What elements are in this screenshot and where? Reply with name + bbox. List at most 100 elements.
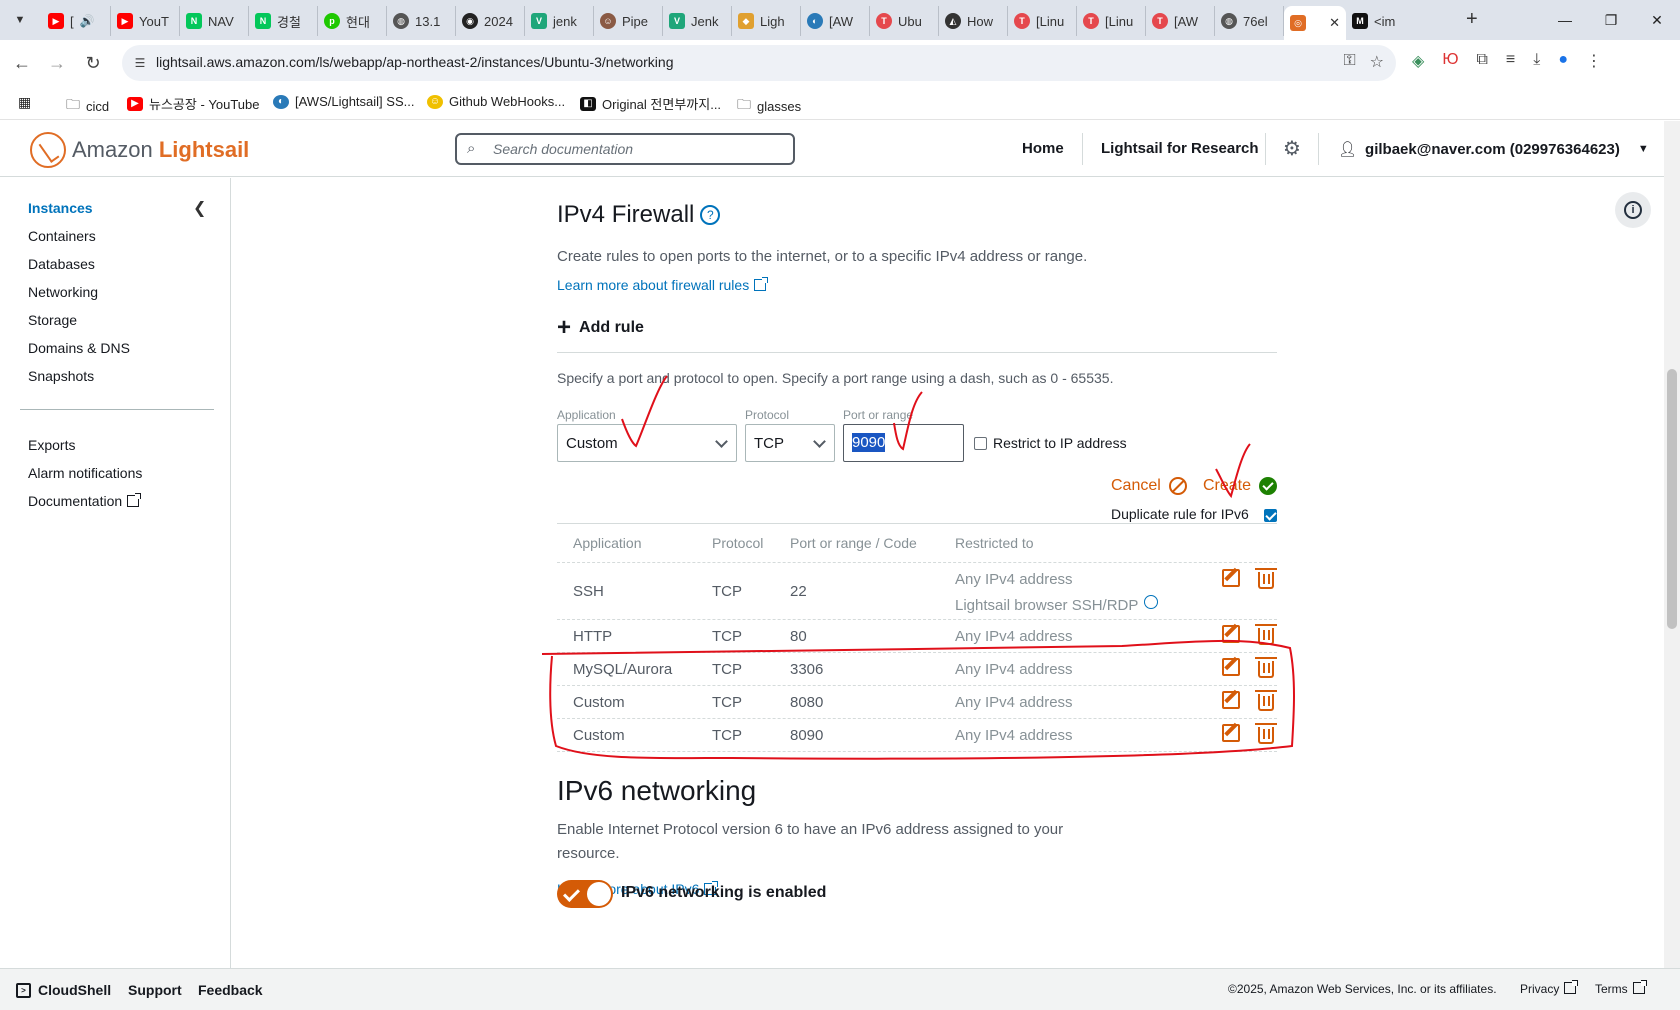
lightsail-header: Amazon Lightsail ⌕ Search documentation … bbox=[0, 121, 1664, 177]
delete-rule-icon[interactable] bbox=[1255, 657, 1277, 678]
sidebar-item-networking[interactable]: Networking bbox=[28, 284, 98, 300]
sidebar-item-snapshots[interactable]: Snapshots bbox=[28, 368, 94, 384]
restrict-ip-checkbox[interactable] bbox=[974, 437, 987, 450]
delete-rule-icon[interactable] bbox=[1255, 624, 1277, 645]
scrollbar-thumb[interactable] bbox=[1667, 369, 1677, 629]
firewall-description: Create rules to open ports to the intern… bbox=[557, 248, 1088, 265]
info-panel-button[interactable]: i bbox=[1615, 192, 1651, 228]
sidebar-item-databases[interactable]: Databases bbox=[28, 256, 95, 272]
tab-favicon: V bbox=[669, 13, 685, 29]
extension-icon[interactable]: Ю bbox=[1442, 51, 1458, 71]
delete-rule-icon[interactable] bbox=[1255, 568, 1277, 589]
browser-tab[interactable]: N NAV bbox=[180, 6, 249, 36]
vertical-scrollbar[interactable] bbox=[1664, 121, 1680, 968]
browser-tab[interactable]: ☺ Pipe bbox=[594, 6, 663, 36]
terms-link[interactable]: Terms bbox=[1595, 980, 1647, 996]
duplicate-ipv6-checkbox[interactable] bbox=[1264, 509, 1277, 522]
edit-rule-icon[interactable] bbox=[1222, 569, 1240, 587]
more-menu-icon[interactable]: ⋮ bbox=[1586, 51, 1602, 71]
url-text[interactable]: lightsail.aws.amazon.com/ls/webapp/ap-no… bbox=[156, 54, 674, 70]
browser-tab[interactable]: T Ubu bbox=[870, 6, 939, 36]
lightsail-logo[interactable]: Amazon Lightsail bbox=[30, 132, 249, 168]
puzzle-icon[interactable]: ⧉ bbox=[1476, 51, 1487, 71]
download-icon[interactable]: ⤓ bbox=[1533, 51, 1540, 71]
site-info-icon[interactable]: ☰ bbox=[130, 53, 150, 73]
edit-rule-icon[interactable] bbox=[1222, 691, 1240, 709]
collapse-sidebar-icon[interactable]: ❮ bbox=[193, 198, 206, 218]
sidebar-item-documentation[interactable]: Documentation bbox=[28, 493, 142, 509]
ipv6-toggle[interactable] bbox=[557, 880, 613, 908]
browser-tab[interactable]: ◉ 2024 bbox=[456, 6, 525, 36]
tab-search-button[interactable]: ▼ bbox=[8, 8, 32, 32]
bookmark-item[interactable]: 🗀 cicd bbox=[66, 94, 109, 118]
application-select[interactable]: Custom bbox=[557, 424, 737, 462]
reload-icon[interactable]: ↻ bbox=[81, 51, 105, 75]
lightsail-for-research-link[interactable]: Lightsail for Research bbox=[1101, 140, 1259, 157]
browser-tab[interactable]: T [AW bbox=[1146, 6, 1215, 36]
browser-tab[interactable]: Vjenk bbox=[525, 6, 594, 36]
privacy-link[interactable]: Privacy bbox=[1520, 980, 1579, 996]
sidebar-item-containers[interactable]: Containers bbox=[28, 228, 96, 244]
browser-tab[interactable]: ◍ 76el bbox=[1215, 6, 1284, 36]
back-icon[interactable]: ← bbox=[10, 51, 34, 75]
new-tab-button[interactable]: + bbox=[1466, 8, 1478, 31]
browser-tab[interactable]: M <im bbox=[1346, 6, 1415, 36]
bookmark-item[interactable]: ▶ 뉴스공장 - YouTube bbox=[127, 94, 259, 113]
support-link[interactable]: Support bbox=[128, 982, 182, 998]
bookmark-item[interactable]: ◐ [AWS/Lightsail] SS... bbox=[273, 94, 414, 109]
sidebar-item-instances[interactable]: Instances bbox=[28, 200, 93, 216]
search-documentation-input[interactable]: ⌕ Search documentation bbox=[455, 133, 795, 165]
cancel-button[interactable]: Cancel bbox=[1111, 477, 1187, 495]
browser-tab[interactable]: ◭ How bbox=[939, 6, 1008, 36]
bookmark-item[interactable]: ◧ Original 전면부까지... bbox=[580, 94, 721, 113]
restore-icon[interactable]: ❐ bbox=[1588, 0, 1634, 40]
speaker-icon[interactable]: 🔊 bbox=[80, 14, 95, 28]
sidebar-item-domains-dns[interactable]: Domains & DNS bbox=[28, 340, 130, 356]
close-tab-icon[interactable]: ✕ bbox=[1329, 15, 1340, 31]
password-key-icon[interactable]: ⚿ bbox=[1343, 52, 1355, 72]
edit-rule-icon[interactable] bbox=[1222, 625, 1240, 643]
close-window-icon[interactable]: ✕ bbox=[1634, 0, 1680, 40]
edit-rule-icon[interactable] bbox=[1222, 724, 1240, 742]
add-rule-button[interactable]: + Add rule bbox=[557, 316, 644, 340]
browser-tab[interactable]: p 현대 bbox=[318, 6, 387, 36]
apps-grid-icon[interactable]: ▦ bbox=[18, 94, 31, 111]
browser-tab[interactable]: N 경철 bbox=[249, 6, 318, 36]
media-control-icon[interactable]: ≡ bbox=[1506, 51, 1515, 71]
feedback-link[interactable]: Feedback bbox=[198, 982, 263, 998]
create-button[interactable]: Create bbox=[1203, 477, 1278, 495]
edit-rule-icon[interactable] bbox=[1222, 658, 1240, 676]
sidebar-item-storage[interactable]: Storage bbox=[28, 312, 77, 328]
delete-rule-icon[interactable] bbox=[1255, 690, 1277, 711]
browser-tab[interactable]: ◐ [AW bbox=[801, 6, 870, 36]
home-link[interactable]: Home bbox=[1022, 140, 1064, 157]
help-question-icon[interactable]: ? bbox=[700, 205, 721, 225]
bookmark-star-icon[interactable]: ☆ bbox=[1370, 52, 1384, 72]
browser-tab[interactable]: ◆ Ligh bbox=[732, 6, 801, 36]
browser-tab[interactable]: T [Linu bbox=[1077, 6, 1146, 36]
protocol-select[interactable]: TCP bbox=[745, 424, 835, 462]
sidebar-item-alarm-notifications[interactable]: Alarm notifications bbox=[28, 465, 142, 481]
browser-tab[interactable]: T [Linu bbox=[1008, 6, 1077, 36]
extension-icon[interactable]: ◈ bbox=[1412, 51, 1424, 71]
minimize-icon[interactable]: — bbox=[1542, 0, 1588, 40]
sidebar-item-exports[interactable]: Exports bbox=[28, 437, 75, 453]
browser-tab[interactable]: ◍ 13.1 bbox=[387, 6, 456, 36]
cloudshell-button[interactable]: > CloudShell bbox=[16, 982, 111, 998]
port-input[interactable]: 9090 bbox=[843, 424, 964, 462]
rule-protocol: TCP bbox=[712, 661, 742, 678]
learn-more-firewall-link[interactable]: Learn more about firewall rules bbox=[557, 277, 769, 293]
bookmark-item[interactable]: ☺ Github WebHooks... bbox=[427, 94, 565, 109]
browser-tab[interactable]: V Jenk bbox=[663, 6, 732, 36]
browser-tab-active[interactable]: ◎ ✕ bbox=[1284, 6, 1346, 40]
browser-tab[interactable]: ▶[🔊 bbox=[42, 6, 111, 36]
help-question-icon[interactable] bbox=[1144, 595, 1159, 609]
delete-rule-icon[interactable] bbox=[1255, 723, 1277, 744]
bookmark-item[interactable]: 🗀 glasses bbox=[737, 94, 801, 118]
account-menu[interactable]: 👤︎ gilbaek@naver.com (029976364623) ▼ bbox=[1338, 140, 1649, 159]
browser-tab[interactable]: ▶ YouT bbox=[111, 6, 180, 36]
profile-icon[interactable]: ● bbox=[1558, 51, 1568, 71]
forward-icon[interactable]: → bbox=[45, 51, 69, 75]
settings-gear-icon[interactable]: ⚙ bbox=[1283, 136, 1301, 161]
address-bar[interactable]: ☰ lightsail.aws.amazon.com/ls/webapp/ap-… bbox=[122, 45, 1396, 81]
